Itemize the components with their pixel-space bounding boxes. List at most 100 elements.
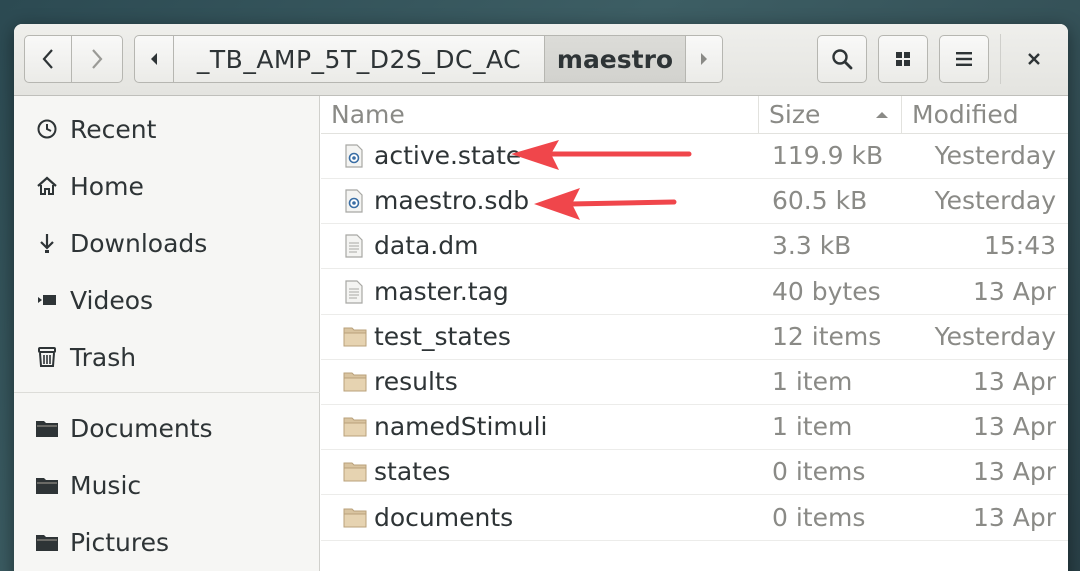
sidebar-item-home[interactable]: Home (14, 161, 320, 211)
column-header-modified[interactable]: Modified (902, 96, 1068, 134)
sidebar-item-label: Documents (70, 413, 213, 443)
file-modified: Yesterday (934, 321, 1056, 351)
download-icon (34, 230, 60, 256)
text-file-icon (343, 234, 367, 258)
file-row[interactable]: active.state 119.9 kB Yesterday (321, 134, 1068, 179)
file-icon (343, 189, 367, 213)
sidebar-item-label: Trash (70, 342, 137, 372)
sidebar-item-label: Home (70, 171, 144, 201)
triangle-left-icon (151, 53, 157, 65)
sidebar-item-label: Music (70, 470, 142, 500)
sidebar-separator (14, 392, 320, 393)
file-row[interactable]: test_states 12 items Yesterday (321, 315, 1068, 360)
folder-icon (343, 506, 367, 530)
file-size: 0 items (772, 502, 866, 532)
file-size: 1 item (772, 412, 853, 442)
sidebar-item-recent[interactable]: Recent (14, 104, 320, 154)
sidebar-item-label: Pictures (70, 527, 169, 557)
trash-icon (34, 344, 60, 370)
file-name: active.state (374, 141, 522, 170)
sidebar-item-label: Videos (70, 285, 154, 315)
annotation-arrow-active-state (511, 140, 692, 170)
path-scroll-left-button[interactable] (134, 35, 174, 83)
home-icon (34, 173, 60, 199)
places-sidebar: Recent Home Downloads Videos Trash Docum… (14, 96, 320, 571)
file-row[interactable]: namedStimuli 1 item 13 Apr (321, 405, 1068, 451)
file-modified: 13 Apr (972, 457, 1056, 487)
sidebar-item-pictures[interactable]: Pictures (14, 517, 320, 567)
file-name: results (374, 367, 458, 396)
file-size: 60.5 kB (772, 186, 868, 216)
file-name: test_states (374, 321, 511, 351)
file-row[interactable]: results 1 item 13 Apr (321, 360, 1068, 405)
file-name: namedStimuli (374, 412, 548, 442)
path-scroll-right-button[interactable] (685, 35, 723, 83)
video-icon (34, 287, 60, 313)
folder-icon (34, 415, 60, 441)
file-modified: 13 Apr (972, 276, 1056, 306)
text-file-icon (343, 279, 367, 304)
sidebar-item-documents[interactable]: Documents (14, 403, 320, 453)
file-modified: 15:43 (983, 231, 1056, 261)
file-icon (343, 144, 367, 168)
file-modified: 13 Apr (972, 502, 1056, 532)
file-row[interactable]: documents 0 items 13 Apr (321, 496, 1068, 541)
triangle-right-icon (701, 53, 707, 65)
path-segment-current[interactable]: maestro (544, 35, 686, 83)
file-row[interactable]: states 0 items 13 Apr (321, 450, 1068, 496)
column-header-size[interactable]: Size (759, 96, 902, 134)
chevron-left-icon (42, 49, 53, 69)
search-button[interactable] (817, 35, 867, 83)
clock-icon (34, 116, 60, 142)
file-name: master.tag (374, 276, 509, 306)
folder-icon (34, 529, 60, 555)
sidebar-item-music[interactable]: Music (14, 460, 320, 510)
header-bar: _TB_AMP_5T_D2S_DC_AC maestro (14, 24, 1068, 96)
file-modified: Yesterday (934, 186, 1056, 216)
header-separator (1000, 34, 1001, 84)
file-list: Name Size Modified active.state 119.9 kB Y… (321, 96, 1068, 571)
file-size: 119.9 kB (772, 141, 884, 170)
close-button[interactable] (1014, 35, 1054, 83)
hamburger-icon (956, 52, 972, 66)
file-row[interactable]: master.tag 40 bytes 13 Apr (321, 270, 1068, 315)
folder-icon (343, 325, 367, 349)
sidebar-item-trash[interactable]: Trash (14, 332, 320, 382)
forward-button[interactable] (71, 35, 123, 83)
grid-view-button[interactable] (878, 35, 928, 83)
column-header-name[interactable]: Name (321, 96, 759, 134)
file-size: 3.3 kB (772, 231, 852, 261)
path-segment-parent[interactable]: _TB_AMP_5T_D2S_DC_AC (173, 35, 545, 83)
sidebar-item-label: Downloads (70, 228, 208, 258)
file-row[interactable]: maestro.sdb 60.5 kB Yesterday (321, 179, 1068, 225)
column-header-label: Name (331, 100, 405, 129)
sidebar-item-downloads[interactable]: Downloads (14, 218, 320, 268)
annotation-arrow-maestro-sdb (534, 188, 677, 220)
sort-ascending-icon (876, 111, 888, 118)
file-modified: Yesterday (934, 141, 1056, 170)
file-name: maestro.sdb (374, 186, 530, 216)
file-size: 1 item (772, 367, 853, 396)
file-modified: 13 Apr (972, 367, 1056, 396)
file-name: data.dm (374, 231, 479, 261)
file-chooser-window: _TB_AMP_5T_D2S_DC_AC maestro Recent Home (14, 24, 1068, 571)
close-icon (1028, 53, 1040, 65)
chevron-right-icon (92, 49, 103, 69)
column-header-label: Size (769, 100, 821, 129)
search-icon (832, 49, 853, 70)
file-name: documents (374, 502, 514, 532)
folder-icon (343, 370, 367, 394)
file-row[interactable]: data.dm 3.3 kB 15:43 (321, 224, 1068, 270)
folder-icon (343, 460, 367, 484)
column-header-label: Modified (912, 100, 1019, 129)
file-size: 12 items (772, 321, 882, 351)
sidebar-item-videos[interactable]: Videos (14, 275, 320, 325)
folder-icon (343, 415, 367, 439)
back-button[interactable] (24, 35, 72, 83)
folder-icon (34, 472, 60, 498)
sidebar-item-label: Recent (70, 114, 157, 144)
file-modified: 13 Apr (972, 412, 1056, 442)
menu-button[interactable] (939, 35, 989, 83)
grid-icon (896, 52, 910, 66)
file-size: 0 items (772, 457, 866, 487)
